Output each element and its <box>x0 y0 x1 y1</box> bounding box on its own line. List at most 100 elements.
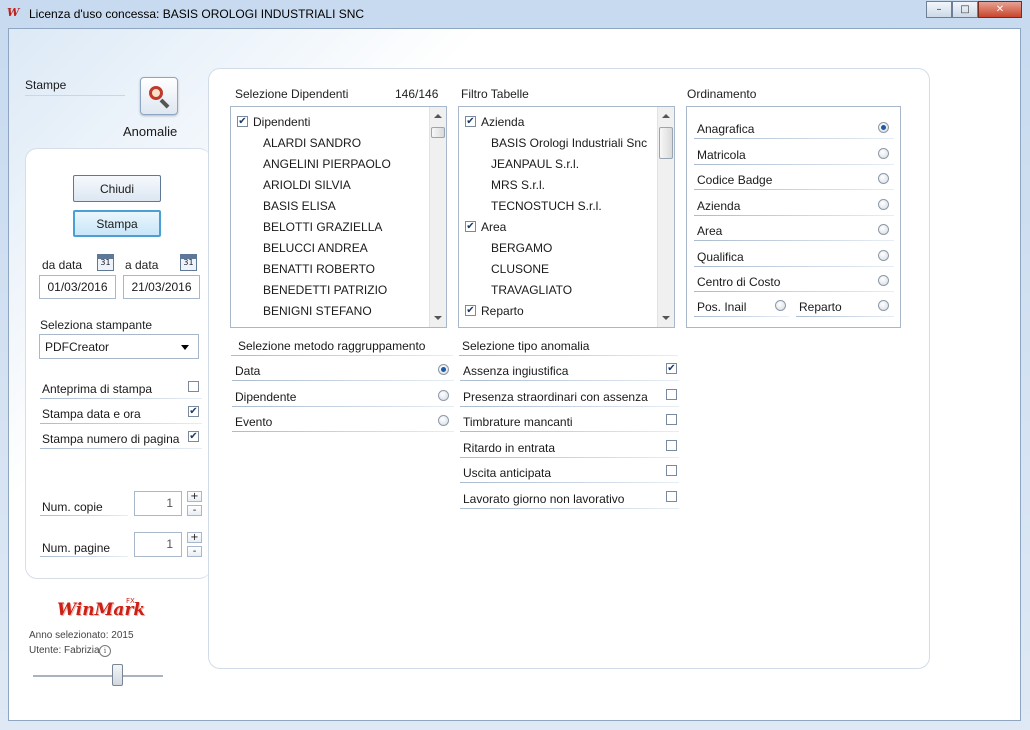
printer-select-value: PDFCreator <box>45 339 110 354</box>
filter-group-label[interactable]: Reparto <box>481 304 524 318</box>
grouping-option-label: Evento <box>235 415 273 429</box>
employees-scrollbar[interactable] <box>429 107 446 327</box>
sorting-option-row[interactable]: Azienda <box>694 198 894 216</box>
sorting-option-radio[interactable] <box>878 224 889 235</box>
anomaly-option-checkbox[interactable] <box>666 490 677 502</box>
sorting-option-radio[interactable] <box>878 300 889 311</box>
pages-row: Num. pagine <box>40 539 128 557</box>
employee-list-item[interactable]: BENATTI ROBERTO <box>263 262 375 276</box>
print-option-checkbox[interactable]: ✔ <box>188 431 199 442</box>
print-option-row[interactable]: Stampa numero di pagina <box>40 431 202 449</box>
sorting-option-row[interactable]: Area <box>694 223 894 241</box>
sorting-option-row[interactable]: Matricola <box>694 147 894 165</box>
grouping-option-row[interactable]: Data <box>232 363 454 381</box>
anomaly-option-row[interactable]: Uscita anticipata <box>460 465 679 483</box>
sorting-option-row[interactable]: Qualifica <box>694 249 894 267</box>
pages-decrement-button[interactable]: - <box>187 546 202 557</box>
sorting-option-radio[interactable] <box>878 122 889 133</box>
employee-list-item[interactable]: BELUCCI ANDREA <box>263 241 368 255</box>
anomaly-option-row[interactable]: Timbrature mancanti <box>460 414 679 432</box>
to-date-input[interactable]: 21/03/2016 <box>123 275 200 299</box>
close-window-button[interactable]: ✕ <box>978 1 1022 18</box>
filter-list-item[interactable]: TECNOSTUCH S.r.l. <box>491 199 602 213</box>
calendar-icon[interactable]: 31 <box>97 254 114 271</box>
scroll-down-icon[interactable] <box>434 316 442 320</box>
filter-listbox[interactable]: ✔ Azienda BASIS Orologi Industriali Snc JEA… <box>458 106 675 328</box>
employee-list-item[interactable]: BENIGNI STEFANO <box>263 304 372 318</box>
zoom-slider-track[interactable] <box>33 675 163 678</box>
calendar-icon[interactable]: 31 <box>180 254 197 271</box>
anomaly-option-underline <box>460 482 679 483</box>
filter-list-item[interactable]: BASIS Orologi Industriali Snc <box>491 136 647 150</box>
sorting-option-row[interactable]: Codice Badge <box>694 172 894 190</box>
employees-group-checkbox[interactable]: ✔ <box>237 116 248 127</box>
filter-group-checkbox[interactable]: ✔ <box>465 305 476 316</box>
employee-list-item[interactable]: ANGELINI PIERPAOLO <box>263 157 391 171</box>
filter-list-item[interactable]: MRS S.r.l. <box>491 178 545 192</box>
copies-input[interactable]: 1 <box>134 491 182 516</box>
grouping-option-radio[interactable] <box>438 415 449 426</box>
copies-increment-button[interactable]: + <box>187 491 202 502</box>
anomaly-option-row[interactable]: Ritardo in entrata <box>460 440 679 458</box>
winmark-logo-icon: W <box>7 6 20 19</box>
employee-list-item[interactable]: ARIOLDI SILVIA <box>263 178 351 192</box>
filter-group-label[interactable]: Azienda <box>481 115 524 129</box>
scroll-thumb[interactable] <box>431 127 445 138</box>
pages-input[interactable]: 1 <box>134 532 182 557</box>
sorting-option-row[interactable]: Anagrafica <box>694 121 894 139</box>
employees-group-label[interactable]: Dipendenti <box>253 115 310 129</box>
print-option-checkbox[interactable]: ✔ <box>188 406 199 417</box>
employee-list-item[interactable]: ALARDI SANDRO <box>263 136 361 150</box>
scroll-thumb[interactable] <box>659 127 673 159</box>
employee-list-item[interactable]: BASIS ELISA <box>263 199 336 213</box>
sorting-option-radio[interactable] <box>878 173 889 184</box>
filter-scrollbar[interactable] <box>657 107 674 327</box>
employee-list-item[interactable]: BELOTTI GRAZIELLA <box>263 220 382 234</box>
copies-decrement-button[interactable]: - <box>187 505 202 516</box>
sorting-option-radio[interactable] <box>878 147 889 159</box>
from-date-input[interactable]: 01/03/2016 <box>39 275 116 299</box>
zoom-slider-thumb[interactable] <box>112 664 123 686</box>
minimize-button[interactable]: – <box>926 1 952 18</box>
maximize-button[interactable]: □ <box>952 1 978 18</box>
grouping-option-row[interactable]: Dipendente <box>232 389 454 407</box>
filter-list-item[interactable]: CLUSONE <box>491 262 549 276</box>
report-icon-button[interactable] <box>140 77 178 115</box>
grouping-option-radio[interactable] <box>438 389 449 401</box>
filter-list-item[interactable]: JEANPAUL S.r.l. <box>491 157 579 171</box>
printer-select[interactable]: PDFCreator <box>39 334 199 359</box>
info-icon[interactable]: i <box>99 645 111 657</box>
anomaly-option-row[interactable]: Assenza ingiustifica <box>460 363 679 381</box>
print-option-row[interactable]: Stampa data e ora <box>40 406 202 424</box>
sorting-option-row[interactable]: Centro di Costo <box>694 274 894 292</box>
sorting-option-radio[interactable] <box>775 300 786 311</box>
filter-group-checkbox[interactable]: ✔ <box>465 116 476 127</box>
anomaly-option-checkbox[interactable]: ✔ <box>666 363 677 374</box>
sorting-option-radio[interactable] <box>878 198 889 210</box>
anomaly-option-row[interactable]: Lavorato giorno non lavorativo <box>460 491 679 509</box>
anomaly-option-checkbox[interactable] <box>666 439 677 451</box>
grouping-option-row[interactable]: Evento <box>232 414 454 432</box>
anomaly-option-checkbox[interactable] <box>666 465 677 476</box>
employee-list-item[interactable]: BENEDETTI PATRIZIO <box>263 283 387 297</box>
chiudi-button[interactable]: Chiudi <box>73 175 161 202</box>
sorting-option-radio[interactable] <box>878 275 889 286</box>
scroll-down-icon[interactable] <box>662 316 670 320</box>
anomaly-option-checkbox[interactable] <box>666 414 677 425</box>
sorting-option-underline <box>694 138 894 139</box>
print-option-checkbox[interactable] <box>188 381 199 392</box>
filter-group-checkbox[interactable]: ✔ <box>465 221 476 232</box>
filter-list-item[interactable]: TRAVAGLIATO <box>491 283 572 297</box>
pages-increment-button[interactable]: + <box>187 532 202 543</box>
anomaly-option-checkbox[interactable] <box>666 388 677 400</box>
sorting-option-radio[interactable] <box>878 249 889 261</box>
grouping-option-radio[interactable] <box>438 364 449 375</box>
print-option-row[interactable]: Anteprima di stampa <box>40 381 202 399</box>
anomaly-option-row[interactable]: Presenza straordinari con assenza <box>460 389 679 407</box>
stampa-button[interactable]: Stampa <box>73 210 161 237</box>
filter-list-item[interactable]: BERGAMO <box>491 241 552 255</box>
employees-listbox[interactable]: ✔ Dipendenti ALARDI SANDRO ANGELINI PIERPAO… <box>230 106 447 328</box>
scroll-up-icon[interactable] <box>434 114 442 118</box>
scroll-up-icon[interactable] <box>662 114 670 118</box>
filter-group-label[interactable]: Area <box>481 220 506 234</box>
